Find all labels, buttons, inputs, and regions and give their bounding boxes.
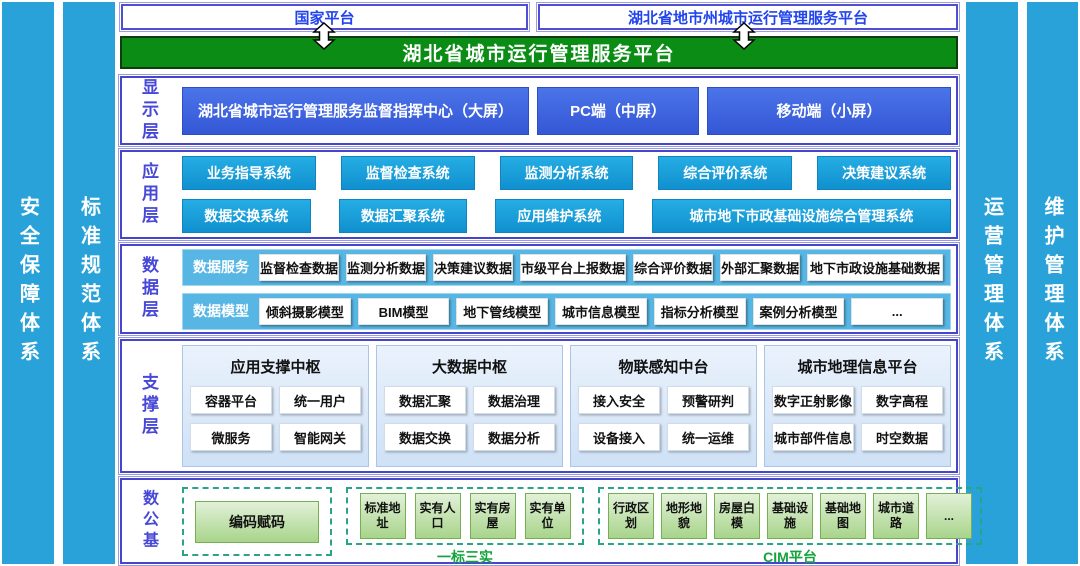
base-item: 基础设施 — [767, 493, 813, 539]
support-group-title: 大数据中枢 — [384, 356, 555, 377]
base-item: 实有单位 — [525, 493, 571, 539]
base-group-coding: 编码赋码 — [182, 487, 332, 556]
support-item: 数据治理 — [473, 386, 555, 414]
app-system-box: 综合评价系统 — [658, 156, 792, 190]
display-box-pc: PC端（中屏） — [537, 87, 699, 135]
data-services-strip: 数据服务 监督检查数据 监测分析数据 决策建议数据 市级平台上报数据 综合评价数… — [182, 249, 951, 286]
base-item: 标准地址 — [360, 493, 406, 539]
support-item: 数据分析 — [473, 423, 555, 451]
support-group-title: 应用支撑中枢 — [190, 356, 361, 377]
app-system-box: 决策建议系统 — [817, 156, 951, 190]
data-item: 监督检查数据 — [259, 254, 339, 281]
support-layer-content: 应用支撑中枢 容器平台 统一用户 微服务 智能网关 大数据中枢 数据汇聚 数据治… — [182, 341, 951, 471]
pillar-security-assurance: 安全保障体系 — [2, 2, 54, 564]
support-layer-label: 支撑层 — [136, 373, 161, 439]
support-item: 数字正射影像 — [772, 386, 854, 414]
bidirectional-arrow-icon — [731, 22, 757, 50]
digital-base-layer-panel: 数公基 编码赋码 标准地址 实有人口 实有房屋 实有单位 一标三实 行政区划 — [120, 478, 958, 564]
data-layer-content: 数据服务 监督检查数据 监测分析数据 决策建议数据 市级平台上报数据 综合评价数… — [182, 246, 951, 332]
support-item: 数字高程 — [861, 386, 943, 414]
data-item: 倾斜摄影模型 — [259, 298, 351, 325]
data-item: 监测分析数据 — [346, 254, 426, 281]
data-item: 综合评价数据 — [633, 254, 713, 281]
support-item: 城市部件信息 — [772, 423, 854, 451]
data-models-strip: 数据模型 倾斜摄影模型 BIM模型 地下管线模型 城市信息模型 指标分析模型 案… — [182, 293, 951, 330]
support-group-gis-platform: 城市地理信息平台 数字正射影像 数字高程 城市部件信息 时空数据 — [764, 345, 951, 467]
data-item: 地下管线模型 — [456, 298, 548, 325]
data-item: 外部汇聚数据 — [720, 254, 800, 281]
data-item-more: ... — [851, 298, 943, 325]
data-layer-label: 数据层 — [136, 256, 161, 322]
support-item: 数据汇聚 — [384, 386, 466, 414]
support-item: 预警研判 — [667, 386, 749, 414]
app-system-box: 数据汇聚系统 — [339, 199, 468, 233]
support-item: 统一运维 — [667, 423, 749, 451]
display-layer-content: 湖北省城市运行管理服务监督指挥中心（大屏） PC端（中屏） 移动端（小屏） — [182, 78, 951, 143]
base-item: 房屋白模 — [714, 493, 760, 539]
base-item: 实有人口 — [415, 493, 461, 539]
support-group-title: 城市地理信息平台 — [772, 356, 943, 377]
app-system-box-underground: 城市地下市政基础设施综合管理系统 — [652, 199, 951, 233]
data-models-title: 数据模型 — [190, 301, 252, 321]
pillar-maintenance-mgmt: 维护管理体系 — [1027, 2, 1078, 564]
support-item: 统一用户 — [279, 386, 361, 414]
base-item: 实有房屋 — [470, 493, 516, 539]
support-group-app-hub: 应用支撑中枢 容器平台 统一用户 微服务 智能网关 — [182, 345, 369, 467]
app-system-box: 数据交换系统 — [182, 199, 311, 233]
data-item: 地下市政设施基础数据 — [807, 254, 943, 281]
display-layer-panel: 显示层 湖北省城市运行管理服务监督指挥中心（大屏） PC端（中屏） 移动端（小屏… — [120, 76, 958, 145]
base-item: 行政区划 — [608, 493, 654, 539]
support-group-bigdata-hub: 大数据中枢 数据汇聚 数据治理 数据交换 数据分析 — [376, 345, 563, 467]
base-group-cim-label: CIM平台 — [598, 547, 982, 564]
bidirectional-arrow-icon — [311, 22, 337, 50]
architecture-diagram: 安全保障体系 标准规范体系 运营管理体系 维护管理体系 国家平台 湖北省地市州城… — [0, 0, 1080, 566]
base-group-ybss-label: 一标三实 — [346, 547, 584, 564]
digital-base-layer-label: 数公基 — [136, 490, 160, 553]
data-item: 城市信息模型 — [555, 298, 647, 325]
support-item: 智能网关 — [279, 423, 361, 451]
app-system-box: 业务指导系统 — [182, 156, 316, 190]
data-item: 指标分析模型 — [654, 298, 746, 325]
base-item-coding: 编码赋码 — [195, 501, 319, 543]
support-item: 时空数据 — [861, 423, 943, 451]
base-item-more: ... — [926, 493, 972, 539]
support-item: 微服务 — [190, 423, 272, 451]
base-group-cim: 行政区划 地形地貌 房屋白模 基础设施 基础地图 城市道路 ... CIM平台 — [598, 487, 982, 556]
support-item: 接入安全 — [578, 386, 660, 414]
application-layer-content: 业务指导系统 监督检查系统 监测分析系统 综合评价系统 决策建议系统 数据交换系… — [182, 152, 951, 237]
data-item: 案例分析模型 — [753, 298, 845, 325]
data-item: BIM模型 — [358, 298, 450, 325]
data-item: 市级平台上报数据 — [520, 254, 626, 281]
application-layer-label: 应用层 — [136, 162, 161, 228]
support-group-iot-platform: 物联感知中台 接入安全 预警研判 设备接入 统一运维 — [570, 345, 757, 467]
base-group-ybss: 标准地址 实有人口 实有房屋 实有单位 一标三实 — [346, 487, 584, 556]
app-system-box: 监测分析系统 — [500, 156, 634, 190]
display-layer-label: 显示层 — [136, 78, 161, 144]
app-system-box: 应用维护系统 — [495, 199, 624, 233]
pillar-operation-mgmt: 运营管理体系 — [966, 2, 1018, 564]
data-layer-panel: 数据层 数据服务 监督检查数据 监测分析数据 决策建议数据 市级平台上报数据 综… — [120, 244, 958, 334]
base-item: 基础地图 — [820, 493, 866, 539]
digital-base-content: 编码赋码 标准地址 实有人口 实有房屋 实有单位 一标三实 行政区划 地形地貌 … — [182, 487, 950, 556]
support-layer-panel: 支撑层 应用支撑中枢 容器平台 统一用户 微服务 智能网关 大数据中枢 数据汇聚… — [120, 339, 958, 473]
support-group-title: 物联感知中台 — [578, 356, 749, 377]
app-system-box: 监督检查系统 — [341, 156, 475, 190]
support-item: 数据交换 — [384, 423, 466, 451]
support-item: 设备接入 — [578, 423, 660, 451]
data-services-title: 数据服务 — [190, 257, 252, 277]
support-item: 容器平台 — [190, 386, 272, 414]
data-item: 决策建议数据 — [433, 254, 513, 281]
base-item: 城市道路 — [873, 493, 919, 539]
pillar-standards-spec: 标准规范体系 — [63, 2, 115, 564]
main-platform-banner: 湖北省城市运行管理服务平台 — [120, 36, 958, 69]
display-box-mobile: 移动端（小屏） — [707, 87, 951, 135]
display-box-command-center: 湖北省城市运行管理服务监督指挥中心（大屏） — [182, 87, 529, 135]
base-item: 地形地貌 — [661, 493, 707, 539]
application-layer-panel: 应用层 业务指导系统 监督检查系统 监测分析系统 综合评价系统 决策建议系统 数… — [120, 150, 958, 239]
